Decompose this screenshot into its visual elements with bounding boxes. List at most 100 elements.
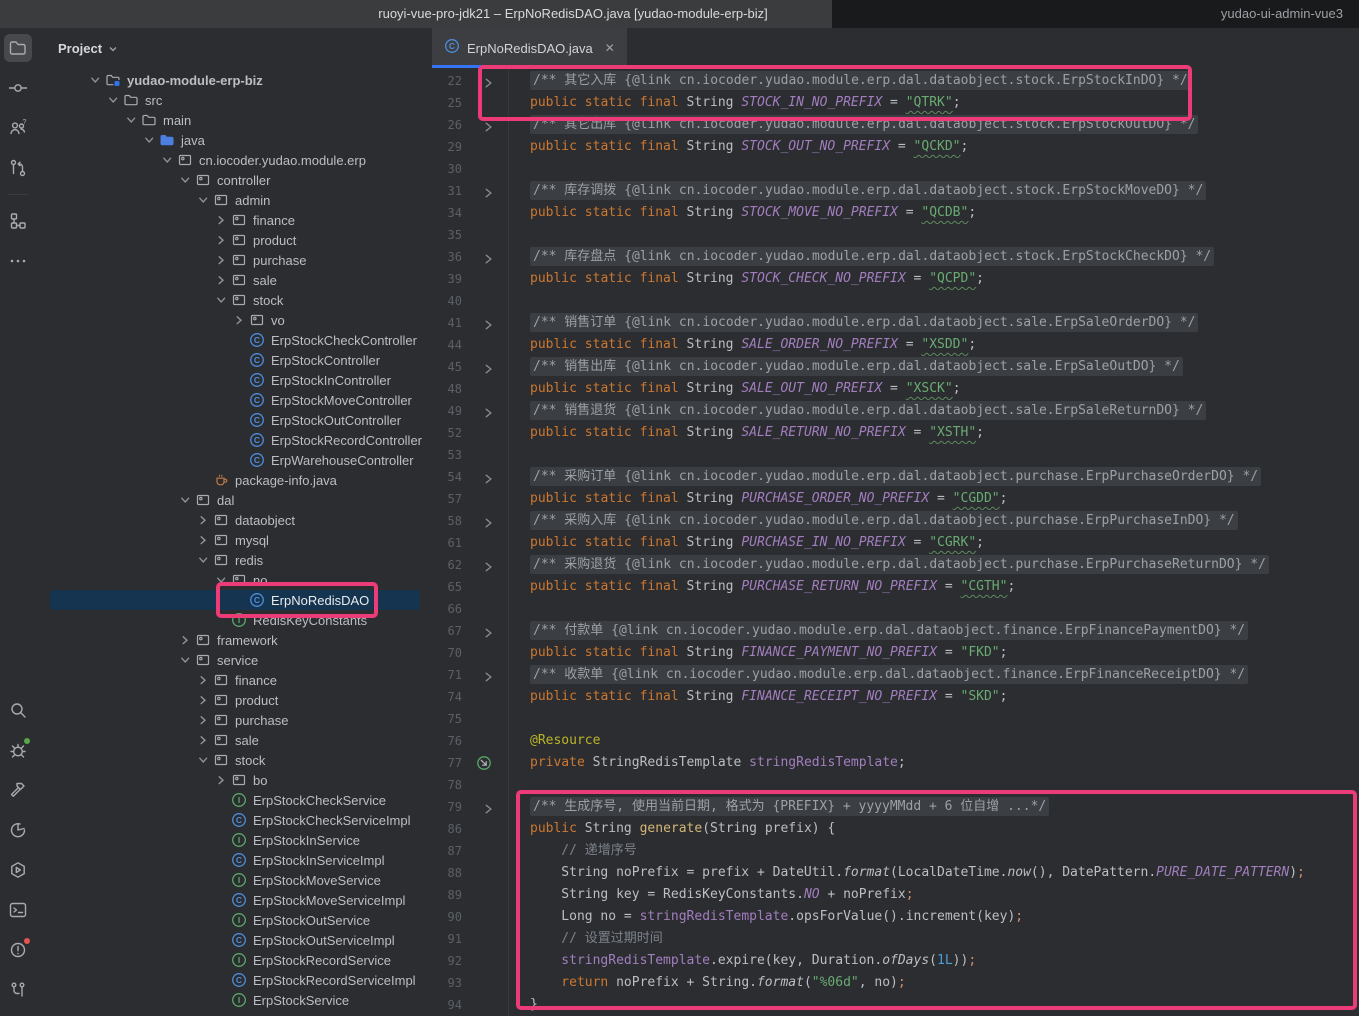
tree-item-erpstockmoveservice[interactable]: IErpStockMoveService xyxy=(36,870,430,890)
chevron-right-icon[interactable] xyxy=(193,535,213,545)
code-line-35[interactable]: 35 xyxy=(430,224,1359,246)
commit-button[interactable] xyxy=(0,68,36,108)
code-line-62[interactable]: 62/** 采购退货 {@link cn.iocoder.yudao.modul… xyxy=(430,554,1359,576)
chevron-right-icon[interactable] xyxy=(193,715,213,725)
code-line-29[interactable]: 29public static final String STOCK_OUT_N… xyxy=(430,136,1359,158)
problems-button[interactable] xyxy=(0,930,36,970)
chevron-down-icon[interactable] xyxy=(211,295,231,305)
chevron-right-icon[interactable] xyxy=(211,235,231,245)
code-line-67[interactable]: 67/** 付款单 {@link cn.iocoder.yudao.module… xyxy=(430,620,1359,642)
tree-item-yudao-module-erp-biz[interactable]: yudao-module-erp-biz xyxy=(36,70,430,90)
code-line-65[interactable]: 65public static final String PURCHASE_RE… xyxy=(430,576,1359,598)
chevron-down-icon[interactable] xyxy=(175,175,195,185)
tree-item-bo[interactable]: bo xyxy=(36,770,430,790)
tree-item-erpstockinservice[interactable]: IErpStockInService xyxy=(36,830,430,850)
tree-item-product[interactable]: product xyxy=(36,230,430,250)
code-line-86[interactable]: 86public String generate(String prefix) … xyxy=(430,818,1359,840)
chevron-down-icon[interactable] xyxy=(175,495,195,505)
code-line-36[interactable]: 36/** 库存盘点 {@link cn.iocoder.yudao.modul… xyxy=(430,246,1359,268)
code-line-88[interactable]: 88String noPrefix = prefix + DateUtil.fo… xyxy=(430,862,1359,884)
chevron-down-icon[interactable] xyxy=(193,555,213,565)
code-line-54[interactable]: 54/** 采购订单 {@link cn.iocoder.yudao.modul… xyxy=(430,466,1359,488)
tree-item-finance[interactable]: finance xyxy=(36,210,430,230)
tree-item-erpstockrecordcontroller[interactable]: CErpStockRecordController xyxy=(36,430,430,450)
tree-item-cn-iocoder-yudao-module-erp[interactable]: cn.iocoder.yudao.module.erp xyxy=(36,150,430,170)
tree-item-erpstockoutserviceimpl[interactable]: CErpStockOutServiceImpl xyxy=(36,930,430,950)
search-button[interactable] xyxy=(0,690,36,730)
code-line-66[interactable]: 66 xyxy=(430,598,1359,620)
tree-item-vo[interactable]: vo xyxy=(36,310,430,330)
tree-item-controller[interactable]: controller xyxy=(36,170,430,190)
chevron-right-icon[interactable] xyxy=(193,695,213,705)
build-button[interactable] xyxy=(0,770,36,810)
code-line-45[interactable]: 45/** 销售出库 {@link cn.iocoder.yudao.modul… xyxy=(430,356,1359,378)
tree-item-rediskeyconstants[interactable]: IRedisKeyConstants xyxy=(36,610,430,630)
tree-item-dal[interactable]: dal xyxy=(36,490,430,510)
tree-item-erpstockrecordserviceimpl[interactable]: CErpStockRecordServiceImpl xyxy=(36,970,430,990)
chevron-right-icon[interactable] xyxy=(211,775,231,785)
project-panel-header[interactable]: Project xyxy=(36,28,430,68)
code-line-90[interactable]: 90Long no = stringRedisTemplate.opsForVa… xyxy=(430,906,1359,928)
tree-item-erpstockcheckcontroller[interactable]: CErpStockCheckController xyxy=(36,330,430,350)
code-line-71[interactable]: 71/** 收款单 {@link cn.iocoder.yudao.module… xyxy=(430,664,1359,686)
chevron-down-icon[interactable] xyxy=(139,135,159,145)
chevron-right-icon[interactable] xyxy=(175,635,195,645)
chevron-down-icon[interactable] xyxy=(211,575,231,585)
pull-requests-button[interactable] xyxy=(0,148,36,188)
tree-item-mysql[interactable]: mysql xyxy=(36,530,430,550)
more-button[interactable] xyxy=(0,241,36,281)
code-with-me-button[interactable]: ? xyxy=(0,108,36,148)
tree-item-main[interactable]: main xyxy=(36,110,430,130)
code-line-79[interactable]: 79/** 生成序号, 使用当前日期, 格式为 {PREFIX} + yyyyM… xyxy=(430,796,1359,818)
chevron-down-icon[interactable] xyxy=(121,115,141,125)
editor-tab-erpnoredisdao[interactable]: C ErpNoRedisDAO.java ✕ xyxy=(432,28,627,68)
project-button[interactable] xyxy=(0,28,36,68)
close-icon[interactable]: ✕ xyxy=(605,41,615,55)
code-area[interactable]: 22/** 其它入库 {@link cn.iocoder.yudao.modul… xyxy=(430,68,1359,1016)
tree-item-product[interactable]: product xyxy=(36,690,430,710)
structure-button[interactable] xyxy=(0,201,36,241)
chevron-down-icon[interactable] xyxy=(103,95,123,105)
tree-item-erpstockoutservice[interactable]: IErpStockOutService xyxy=(36,910,430,930)
chevron-down-icon[interactable] xyxy=(157,155,177,165)
code-line-41[interactable]: 41/** 销售订单 {@link cn.iocoder.yudao.modul… xyxy=(430,312,1359,334)
profiler-button[interactable] xyxy=(0,810,36,850)
chevron-down-icon[interactable] xyxy=(175,655,195,665)
tree-item-admin[interactable]: admin xyxy=(36,190,430,210)
code-line-58[interactable]: 58/** 采购入库 {@link cn.iocoder.yudao.modul… xyxy=(430,510,1359,532)
tree-item-erpstockoutcontroller[interactable]: CErpStockOutController xyxy=(36,410,430,430)
tree-item-purchase[interactable]: purchase xyxy=(36,710,430,730)
code-line-76[interactable]: 76@Resource xyxy=(430,730,1359,752)
tree-item-stock[interactable]: stock xyxy=(36,290,430,310)
tree-item-finance[interactable]: finance xyxy=(36,670,430,690)
tree-item-src[interactable]: src xyxy=(36,90,430,110)
tree-item-sale[interactable]: sale xyxy=(36,730,430,750)
tree-item-erpstockmovecontroller[interactable]: CErpStockMoveController xyxy=(36,390,430,410)
tree-item-stock[interactable]: stock xyxy=(36,750,430,770)
code-line-78[interactable]: 78 xyxy=(430,774,1359,796)
code-line-34[interactable]: 34public static final String STOCK_MOVE_… xyxy=(430,202,1359,224)
code-line-48[interactable]: 48public static final String SALE_OUT_NO… xyxy=(430,378,1359,400)
tree-item-redis[interactable]: redis xyxy=(36,550,430,570)
tree-item-framework[interactable]: framework xyxy=(36,630,430,650)
chevron-right-icon[interactable] xyxy=(193,735,213,745)
tree-item-erpstockcontroller[interactable]: CErpStockController xyxy=(36,350,430,370)
tree-item-no[interactable]: no xyxy=(36,570,430,590)
code-line-25[interactable]: 25public static final String STOCK_IN_NO… xyxy=(430,92,1359,114)
code-line-70[interactable]: 70public static final String FINANCE_PAY… xyxy=(430,642,1359,664)
code-line-22[interactable]: 22/** 其它入库 {@link cn.iocoder.yudao.modul… xyxy=(430,70,1359,92)
tree-item-dataobject[interactable]: dataobject xyxy=(36,510,430,530)
tree-item-service[interactable]: service xyxy=(36,650,430,670)
chevron-right-icon[interactable] xyxy=(193,675,213,685)
code-line-57[interactable]: 57public static final String PURCHASE_OR… xyxy=(430,488,1359,510)
code-line-87[interactable]: 87// 递增序号 xyxy=(430,840,1359,862)
tree-item-erpstockservice[interactable]: IErpStockService xyxy=(36,990,430,1010)
tree-item-erpwarehousecontroller[interactable]: CErpWarehouseController xyxy=(36,450,430,470)
code-line-53[interactable]: 53 xyxy=(430,444,1359,466)
tree-item-erpstockmoveserviceimpl[interactable]: CErpStockMoveServiceImpl xyxy=(36,890,430,910)
tree-item-erpstockrecordservice[interactable]: IErpStockRecordService xyxy=(36,950,430,970)
tree-item-erpnoredisdao[interactable]: CErpNoRedisDAO xyxy=(36,590,430,610)
chevron-right-icon[interactable] xyxy=(229,315,249,325)
code-line-39[interactable]: 39public static final String STOCK_CHECK… xyxy=(430,268,1359,290)
code-line-74[interactable]: 74public static final String FINANCE_REC… xyxy=(430,686,1359,708)
